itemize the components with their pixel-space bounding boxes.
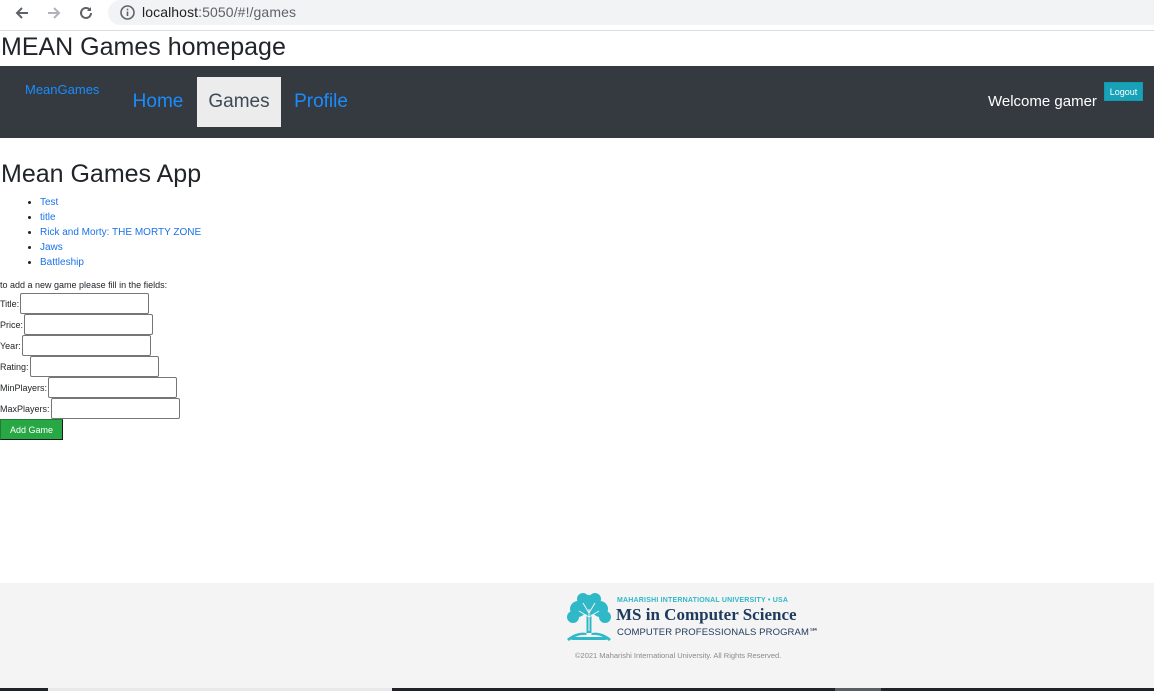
logo-program-title: MS in Computer Science <box>616 605 797 624</box>
rating-label: Rating: <box>0 361 29 372</box>
university-logo: MAHARISHI INTERNATIONAL UNIVERSITY • USA… <box>565 591 819 643</box>
list-item: Jaws <box>40 240 201 255</box>
app-title: Mean Games App <box>1 160 202 188</box>
brand-link[interactable]: MeanGames <box>25 82 99 97</box>
reload-icon[interactable] <box>75 2 97 24</box>
logo-program-subtitle: COMPUTER PROFESSIONALS PROGRAM℠ <box>617 627 819 638</box>
list-item: title <box>40 210 201 225</box>
url-host: localhost <box>142 4 199 20</box>
nav-link-games[interactable]: Games <box>197 77 281 127</box>
form-row-rating: Rating: <box>0 356 159 377</box>
game-link[interactable]: Battleship <box>40 257 84 268</box>
tree-icon <box>565 591 613 643</box>
page-title: MEAN Games homepage <box>1 33 286 61</box>
nav-link-home[interactable]: Home <box>120 77 196 127</box>
minplayers-input[interactable] <box>48 377 178 398</box>
logout-button[interactable]: Logout <box>1104 82 1143 101</box>
welcome-text: Welcome gamer <box>988 93 1097 110</box>
footer: MAHARISHI INTERNATIONAL UNIVERSITY • USA… <box>0 583 1154 688</box>
list-item: Test <box>40 195 201 210</box>
form-row-title: Title: <box>0 293 150 314</box>
address-bar[interactable]: localhost:5050/#!/games <box>108 0 1154 25</box>
game-link[interactable]: Rick and Morty: THE MORTY ZONE <box>40 227 201 238</box>
price-input[interactable] <box>24 314 154 335</box>
games-list: Test title Rick and Morty: THE MORTY ZON… <box>0 195 201 270</box>
maxplayers-input[interactable] <box>50 398 180 419</box>
maxplayers-label: MaxPlayers: <box>0 403 50 414</box>
form-row-year: Year: <box>0 335 151 356</box>
url-path: :5050/#!/games <box>198 4 297 20</box>
form-row-price: Price: <box>0 314 154 335</box>
game-link[interactable]: title <box>40 212 56 223</box>
rating-input[interactable] <box>29 356 159 377</box>
game-link[interactable]: Test <box>40 197 58 208</box>
add-game-button[interactable]: Add Game <box>0 419 63 440</box>
logo-university-name: MAHARISHI INTERNATIONAL UNIVERSITY • USA <box>617 597 789 604</box>
minplayers-label: MinPlayers: <box>0 382 48 393</box>
nav-link-profile[interactable]: Profile <box>282 77 360 127</box>
list-item: Battleship <box>40 255 201 270</box>
copyright-text: ©2021 Maharishi International University… <box>575 651 782 660</box>
arrow-left-icon[interactable] <box>11 2 33 24</box>
year-input[interactable] <box>21 335 151 356</box>
year-label: Year: <box>0 340 21 351</box>
browser-toolbar: localhost:5050/#!/games <box>0 0 1154 26</box>
info-icon[interactable] <box>119 4 136 21</box>
title-label: Title: <box>0 298 20 309</box>
form-intro: to add a new game please fill in the fie… <box>0 280 168 290</box>
divider <box>0 30 1154 31</box>
navbar: MeanGames Home Games Profile Welcome gam… <box>0 66 1154 138</box>
arrow-right-icon[interactable] <box>43 2 65 24</box>
form-row-minplayers: MinPlayers: <box>0 377 178 398</box>
price-label: Price: <box>0 319 24 330</box>
game-link[interactable]: Jaws <box>40 242 63 253</box>
url-text: localhost:5050/#!/games <box>142 4 296 20</box>
form-row-maxplayers: MaxPlayers: <box>0 398 180 419</box>
list-item: Rick and Morty: THE MORTY ZONE <box>40 225 201 240</box>
title-input[interactable] <box>20 293 150 314</box>
